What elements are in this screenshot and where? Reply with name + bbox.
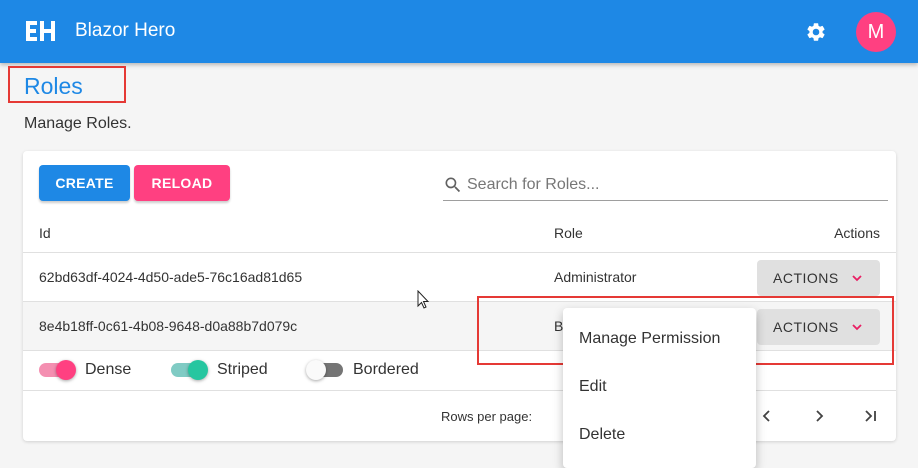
create-button[interactable]: CREATE [39, 165, 130, 201]
actions-menu: Manage Permission Edit Delete [563, 308, 756, 468]
menu-item-edit[interactable]: Edit [579, 378, 607, 396]
user-avatar[interactable]: M [856, 12, 896, 52]
striped-switch[interactable]: Striped [171, 360, 268, 380]
role-name-cell: Administrator [554, 269, 637, 285]
column-header-id[interactable]: Id [39, 225, 51, 241]
switch-knob[interactable] [306, 360, 326, 380]
chevron-down-icon [852, 275, 862, 282]
table-row[interactable]: 62bd63df-4024-4d50-ade5-76c16ad81d65 Adm… [23, 252, 896, 301]
dense-switch[interactable]: Dense [39, 360, 132, 380]
chevron-right-icon[interactable] [811, 408, 827, 424]
column-header-actions: Actions [834, 225, 880, 241]
reload-button[interactable]: RELOAD [134, 165, 230, 201]
search-field[interactable] [443, 171, 888, 201]
gear-icon[interactable] [805, 21, 827, 43]
search-input[interactable] [467, 173, 882, 197]
switch-track[interactable] [39, 360, 76, 380]
menu-item-delete[interactable]: Delete [579, 426, 625, 444]
striped-switch-label: Striped [217, 361, 268, 378]
column-header-role[interactable]: Role [554, 225, 583, 241]
table-pagination: Rows per page: [23, 390, 896, 441]
rows-per-page-label: Rows per page: [441, 409, 533, 424]
chevron-left-icon[interactable] [759, 408, 775, 424]
switch-knob[interactable] [56, 360, 76, 380]
app-bar: Blazor Hero M [0, 0, 918, 63]
dense-switch-label: Dense [85, 361, 132, 378]
role-id-cell: 8e4b18ff-0c61-4b08-9648-d0a88b7d079c [39, 318, 298, 334]
menu-item-manage-permission[interactable]: Manage Permission [579, 330, 720, 348]
actions-button-label: ACTIONS [773, 270, 839, 286]
switch-track[interactable] [171, 360, 208, 380]
app-title[interactable]: Blazor Hero [75, 20, 175, 42]
actions-button[interactable]: ACTIONS [757, 260, 880, 296]
switch-track[interactable] [306, 360, 343, 380]
switch-knob[interactable] [188, 360, 208, 380]
bordered-switch[interactable]: Bordered [306, 360, 419, 380]
app-logo[interactable] [24, 19, 57, 43]
page-subtitle: Manage Roles. [24, 115, 132, 132]
role-id-cell: 62bd63df-4024-4d50-ade5-76c16ad81d65 [39, 269, 303, 285]
last-page-icon[interactable] [863, 408, 879, 424]
mouse-cursor-icon [417, 290, 430, 309]
page-title: Roles [24, 73, 83, 99]
bordered-switch-label: Bordered [353, 361, 419, 378]
search-icon [445, 177, 461, 193]
